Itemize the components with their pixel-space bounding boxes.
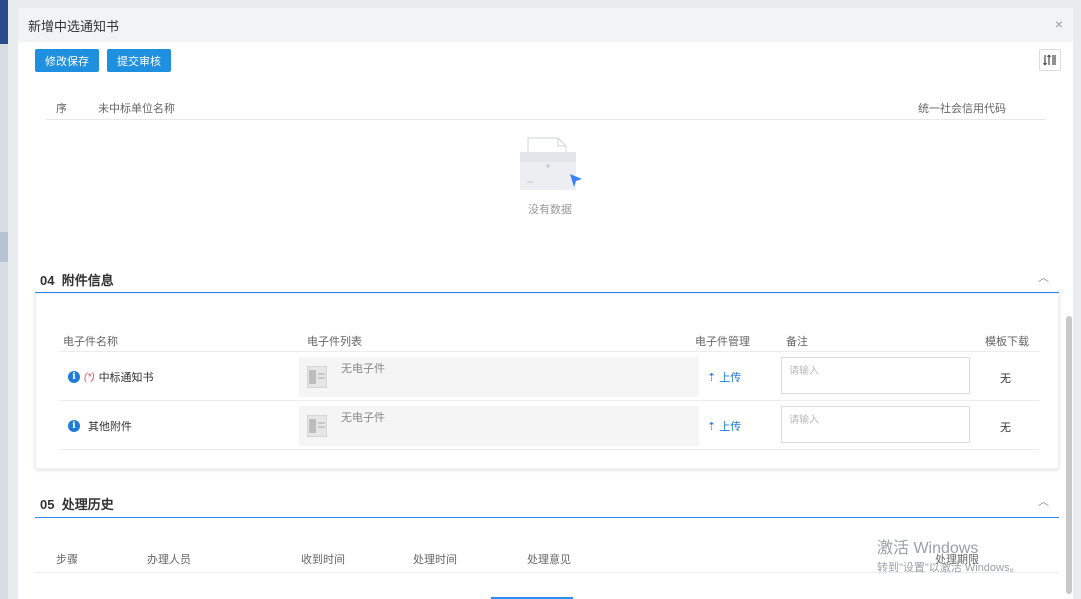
sidebar-marker	[0, 232, 8, 262]
section-divider	[35, 517, 1059, 518]
attachments-section-label: 附件信息	[61, 273, 114, 288]
upload-button[interactable]: ⇡ 上传	[707, 418, 741, 434]
sidebar-strip	[0, 0, 8, 599]
column-settings-button[interactable]	[1039, 49, 1061, 71]
scrollbar-thumb[interactable]	[1066, 316, 1072, 594]
attachments-table-header: 电子件名称 电子件列表 电子件管理 备注 模板下载	[59, 330, 1039, 352]
document-icon	[307, 415, 327, 437]
col-opinion: 处理意见	[527, 554, 571, 566]
info-icon[interactable]: i	[68, 371, 80, 383]
col-template: 模板下载	[985, 336, 1029, 348]
upload-label: 上传	[719, 372, 742, 384]
history-section-number: 05	[40, 497, 55, 512]
info-icon[interactable]: i	[68, 420, 80, 432]
col-handler: 办理人员	[147, 554, 191, 566]
upload-button[interactable]: ⇡ 上传	[707, 369, 741, 385]
attachments-section-title: 04 附件信息	[40, 270, 114, 289]
attachments-panel: 电子件名称 电子件列表 电子件管理 备注 模板下载 i (*) 中标通知书 无电子…	[35, 293, 1059, 469]
col-file-manage: 电子件管理	[695, 336, 750, 348]
col-file-list: 电子件列表	[307, 336, 362, 348]
file-status: 无电子件	[341, 412, 385, 424]
toolbar: 修改保存 提交审核	[35, 49, 171, 72]
file-list-area: 无电子件	[299, 406, 699, 446]
history-section-label: 处理历史	[61, 497, 114, 512]
modal-dialog: 新增中选通知书 × 修改保存 提交审核 序 未中标单位名称 统一社会信用代码 没…	[18, 8, 1073, 599]
modal-header: 新增中选通知书	[18, 8, 1073, 42]
document-icon	[307, 366, 327, 388]
chevron-up-icon[interactable]: ︿	[1038, 493, 1049, 509]
required-mark: (*)	[84, 371, 95, 383]
save-button[interactable]: 修改保存	[35, 49, 99, 72]
modal-title: 新增中选通知书	[28, 18, 120, 34]
watermark-line2: 转到"设置"以激活 Windows。	[877, 562, 1021, 574]
col-step: 步骤	[56, 554, 78, 566]
grid-col-company: 未中标单位名称	[98, 103, 175, 115]
grid-col-credit-code: 统一社会信用代码	[918, 103, 1006, 115]
template-download: 无	[1000, 422, 1011, 434]
attachment-name: i (*) 中标通知书	[68, 369, 154, 385]
file-status: 无电子件	[341, 363, 385, 375]
col-received: 收到时间	[301, 554, 345, 566]
column-settings-icon	[1043, 54, 1056, 66]
attachment-name: i 其他附件	[68, 418, 132, 434]
windows-activation-watermark: 激活 Windows 转到"设置"以激活 Windows。	[877, 534, 1021, 575]
remark-input[interactable]	[781, 406, 970, 443]
empty-folder-icon	[520, 137, 582, 190]
col-remark: 备注	[786, 336, 808, 348]
upload-label: 上传	[719, 421, 742, 433]
history-section-title: 05 处理历史	[40, 494, 114, 513]
template-download: 无	[1000, 373, 1011, 385]
upload-icon: ⇡	[707, 421, 717, 433]
submit-review-button[interactable]: 提交审核	[107, 49, 171, 72]
file-list-area: 无电子件	[299, 357, 699, 397]
scrollbar[interactable]	[1065, 50, 1073, 599]
empty-text: 没有数据	[528, 204, 572, 216]
col-file-name: 电子件名称	[63, 336, 118, 348]
col-processed: 处理时间	[413, 554, 457, 566]
grid-col-index: 序	[56, 103, 67, 115]
upload-icon: ⇡	[707, 372, 717, 384]
attachment-row: i 其他附件 无电子件 ⇡ 上传 无	[59, 402, 1039, 450]
attachment-name-label: 其他附件	[88, 421, 132, 433]
chevron-up-icon[interactable]: ︿	[1038, 269, 1049, 285]
sidebar-active-marker	[0, 0, 8, 44]
attachments-section-number: 04	[40, 273, 55, 288]
watermark-line1: 激活 Windows	[877, 540, 979, 557]
attachment-row: i (*)中标通知书 无电子件 ⇡ 上传 无	[59, 353, 1039, 401]
empty-state: 没有数据	[510, 134, 590, 217]
attachment-name-label: 中标通知书	[98, 372, 154, 384]
remark-input[interactable]	[781, 357, 970, 394]
bidder-grid-header: 序 未中标单位名称 统一社会信用代码	[46, 98, 1046, 120]
close-icon[interactable]: ×	[1055, 16, 1063, 32]
